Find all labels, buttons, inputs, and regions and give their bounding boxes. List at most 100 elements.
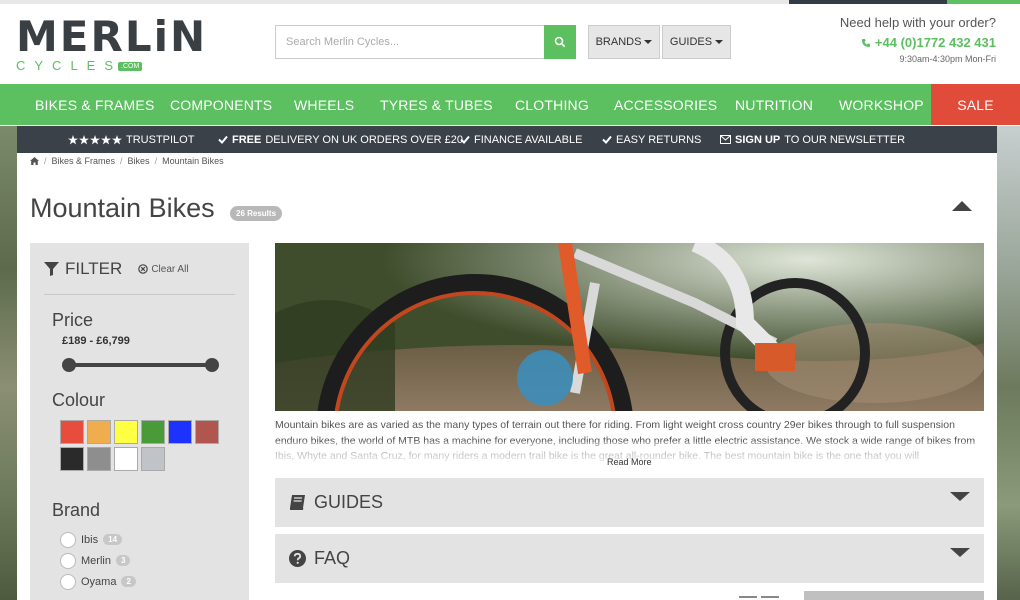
expand-down-icon [950, 548, 970, 557]
grid-list-view-icon[interactable] [739, 594, 779, 600]
brand-count-badge: 3 [115, 555, 131, 566]
brand-radio[interactable] [60, 573, 76, 590]
colour-swatch[interactable] [141, 447, 165, 471]
check-icon [218, 135, 228, 144]
brand-radio[interactable] [60, 552, 76, 569]
colour-swatch[interactable] [141, 420, 165, 444]
phone-number: +44 (0)1772 432 431 [874, 35, 996, 50]
sort-dropdown[interactable] [804, 591, 984, 600]
faq-accordion[interactable]: FAQ [275, 534, 984, 583]
nav-item-nutrition[interactable]: NUTRITION [735, 84, 813, 125]
colour-swatch[interactable] [60, 447, 84, 471]
filter-divider [44, 294, 235, 295]
colour-swatch[interactable] [87, 447, 111, 471]
colour-swatch[interactable] [195, 420, 219, 444]
main-navigation: BIKES & FRAMES COMPONENTS WHEELS TYRES &… [0, 84, 1020, 125]
collapse-up-icon[interactable] [952, 201, 972, 211]
nav-item-wheels[interactable]: WHEELS [294, 84, 354, 125]
guides-accordion-label: GUIDES [314, 492, 384, 512]
hero-banner-image [275, 243, 984, 411]
phone-link[interactable]: +44 (0)1772 432 431 [840, 35, 996, 50]
brand-option-ibis[interactable]: Ibis 14 [60, 529, 136, 550]
search-input[interactable] [275, 25, 544, 59]
colour-heading: Colour [52, 390, 106, 410]
logo-com-badge: .COM [118, 62, 143, 72]
expand-down-icon [950, 492, 970, 501]
colour-swatch[interactable] [60, 420, 84, 444]
logo-subtitle: CYCLES [16, 58, 123, 73]
brand-name: Oyama [81, 575, 117, 588]
price-slider-track [68, 363, 213, 367]
usp-newsletter[interactable]: SIGN UP TO OUR NEWSLETTER [720, 126, 905, 153]
price-slider-max-handle[interactable] [205, 358, 219, 372]
clear-all-button[interactable]: Clear All [138, 263, 189, 275]
site-header: MERLiN CYCLES.COM BRANDS GUIDES Need hel… [0, 4, 1020, 84]
breadcrumb-separator: / [154, 156, 158, 166]
usp-free-delivery: FREE DELIVERY ON UK ORDERS OVER £20 [218, 126, 463, 153]
usp-trustpilot[interactable]: TRUSTPILOT [68, 126, 194, 153]
help-question: Need help with your order? [839, 15, 996, 30]
brands-dropdown-label: BRANDS [595, 36, 642, 48]
phone-icon [862, 39, 871, 47]
usp-signup-bold: SIGN UP [735, 133, 781, 146]
brand-name: Merlin [81, 554, 111, 567]
search-icon [554, 36, 566, 48]
usp-returns-text: EASY RETURNS [616, 133, 702, 146]
nav-item-sale[interactable]: SALE [931, 84, 1020, 125]
colour-swatch[interactable] [114, 447, 138, 471]
brand-option-merlin[interactable]: Merlin 3 [60, 550, 136, 571]
page-title: Mountain Bikes [30, 193, 215, 223]
clear-all-label: Clear All [151, 263, 189, 275]
brand-count-badge: 2 [121, 576, 136, 587]
breadcrumb-bikes[interactable]: Bikes [128, 156, 150, 166]
brands-dropdown[interactable]: BRANDS [588, 25, 660, 59]
brand-radio[interactable] [60, 531, 76, 548]
usp-signup-text: TO OUR NEWSLETTER [784, 133, 906, 146]
price-heading: Price [52, 310, 94, 330]
logo-wordmark: MERLiN [16, 12, 208, 61]
usp-trustpilot-label: TRUSTPILOT [126, 133, 195, 146]
guides-dropdown[interactable]: GUIDES [662, 25, 731, 59]
price-slider[interactable] [62, 358, 219, 372]
nav-item-components[interactable]: COMPONENTS [170, 84, 272, 125]
read-more-link[interactable]: Read More [607, 457, 652, 467]
nav-item-accessories[interactable]: ACCESSORIES [614, 84, 717, 125]
breadcrumb: / Bikes & Frames / Bikes / Mountain Bike… [30, 156, 224, 166]
check-icon [602, 135, 612, 144]
faq-accordion-label: FAQ [314, 548, 351, 568]
filter-title: FILTER [65, 259, 123, 278]
background-image-left [0, 126, 17, 600]
usp-delivery-text: DELIVERY ON UK ORDERS OVER £20 [265, 133, 464, 146]
price-slider-min-handle[interactable] [62, 358, 76, 372]
home-icon[interactable] [30, 157, 39, 165]
usp-finance: FINANCE AVAILABLE [460, 126, 582, 153]
guides-accordion[interactable]: GUIDES [275, 478, 984, 527]
colour-swatch[interactable] [87, 420, 111, 444]
help-contact: Need help with your order? +44 (0)1772 4… [840, 15, 996, 64]
brand-list: Ibis 14 Merlin 3 Oyama 2 [60, 529, 136, 592]
brand-option-oyama[interactable]: Oyama 2 [60, 571, 136, 592]
caret-down-icon [715, 40, 724, 44]
usp-bar: TRUSTPILOT FREE DELIVERY ON UK ORDERS OV… [17, 126, 997, 153]
nav-item-clothing[interactable]: CLOTHING [515, 84, 589, 125]
merlin-cycles-logo[interactable]: MERLiN CYCLES.COM [16, 12, 208, 74]
opening-hours: 9:30am-4:30pm Mon-Fri [899, 54, 996, 64]
clear-icon [138, 264, 149, 274]
breadcrumb-mountain-bikes: Mountain Bikes [162, 156, 224, 166]
book-icon [290, 495, 305, 510]
colour-swatch[interactable] [114, 420, 138, 444]
brand-count-badge: 14 [103, 534, 123, 545]
funnel-icon [44, 262, 59, 276]
question-circle-icon [289, 550, 306, 567]
breadcrumb-separator: / [44, 156, 47, 166]
nav-item-workshop[interactable]: WORKSHOP [839, 84, 924, 125]
brand-name: Ibis [81, 533, 99, 546]
nav-item-bikes-frames[interactable]: BIKES & FRAMES [35, 84, 155, 125]
search-button[interactable] [544, 25, 576, 59]
check-icon [460, 135, 470, 144]
breadcrumb-bikes-frames[interactable]: Bikes & Frames [52, 156, 116, 166]
brand-heading: Brand [52, 500, 101, 520]
caret-down-icon [644, 40, 653, 44]
colour-swatch[interactable] [168, 420, 192, 444]
nav-item-tyres-tubes[interactable]: TYRES & TUBES [380, 84, 493, 125]
